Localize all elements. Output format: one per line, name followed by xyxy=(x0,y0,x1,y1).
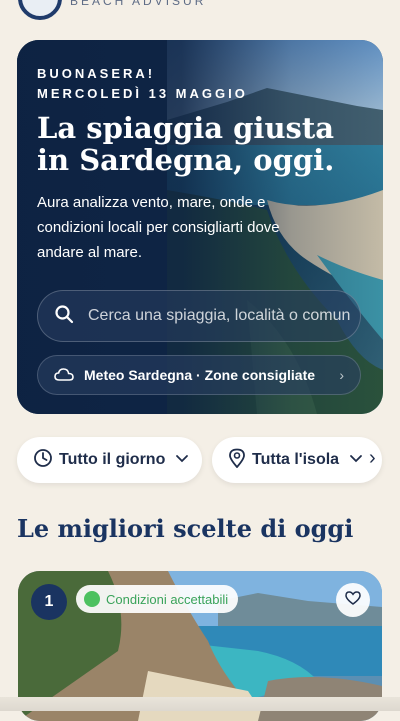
cloud-icon xyxy=(54,366,74,385)
chevron-down-icon xyxy=(175,451,189,469)
greeting-block: BUONASERA! MERCOLEDÌ 13 MAGGIO xyxy=(37,64,248,104)
filter-bar: Tutto il giorno Tutta l'isola › xyxy=(17,437,400,483)
area-filter-label: Tutta l'isola xyxy=(252,451,340,468)
top-bar: BEACH ADVISUR xyxy=(0,0,400,22)
chevron-right-icon: › xyxy=(339,367,344,383)
heart-icon xyxy=(345,590,361,610)
meteo-label: Meteo Sardegna · Zone consigliate xyxy=(84,367,316,383)
search-input[interactable] xyxy=(86,306,360,326)
favorite-button[interactable] xyxy=(336,583,370,617)
status-dot-icon xyxy=(84,591,100,607)
area-filter[interactable]: Tutta l'isola xyxy=(212,437,382,483)
date-text: MERCOLEDÌ 13 MAGGIO xyxy=(37,86,248,101)
app-logo xyxy=(18,0,62,20)
search-bar[interactable] xyxy=(37,290,361,342)
clock-icon xyxy=(33,448,53,473)
meteo-button[interactable]: Meteo Sardegna · Zone consigliate › xyxy=(37,355,361,395)
greeting-text: BUONASERA! xyxy=(37,66,156,81)
search-icon xyxy=(54,304,74,329)
hero-description: Aura analizza vento, mare, onde e condiz… xyxy=(37,194,280,261)
hero-title-line1: La spiaggia giusta xyxy=(37,111,335,145)
chevron-down-icon xyxy=(349,451,363,469)
time-filter[interactable]: Tutto il giorno xyxy=(17,437,202,483)
location-pin-icon xyxy=(228,448,246,473)
brand-name: BEACH ADVISUR xyxy=(70,0,207,8)
section-title: Le migliori scelte di oggi xyxy=(17,514,354,543)
condition-label: Condizioni accettabili xyxy=(106,591,229,607)
time-filter-label: Tutto il giorno xyxy=(59,451,166,468)
bottom-nav-edge xyxy=(0,697,400,711)
rank-badge: 1 xyxy=(31,584,67,620)
condition-badge: Condizioni accettabili xyxy=(76,585,239,613)
scroll-right-icon[interactable]: › xyxy=(369,447,376,470)
hero-title-line2: in Sardegna, oggi. xyxy=(37,143,335,177)
hero-title: La spiaggia giusta in Sardegna, oggi. xyxy=(37,112,357,176)
hero-card: BUONASERA! MERCOLEDÌ 13 MAGGIO La spiagg… xyxy=(17,40,383,414)
